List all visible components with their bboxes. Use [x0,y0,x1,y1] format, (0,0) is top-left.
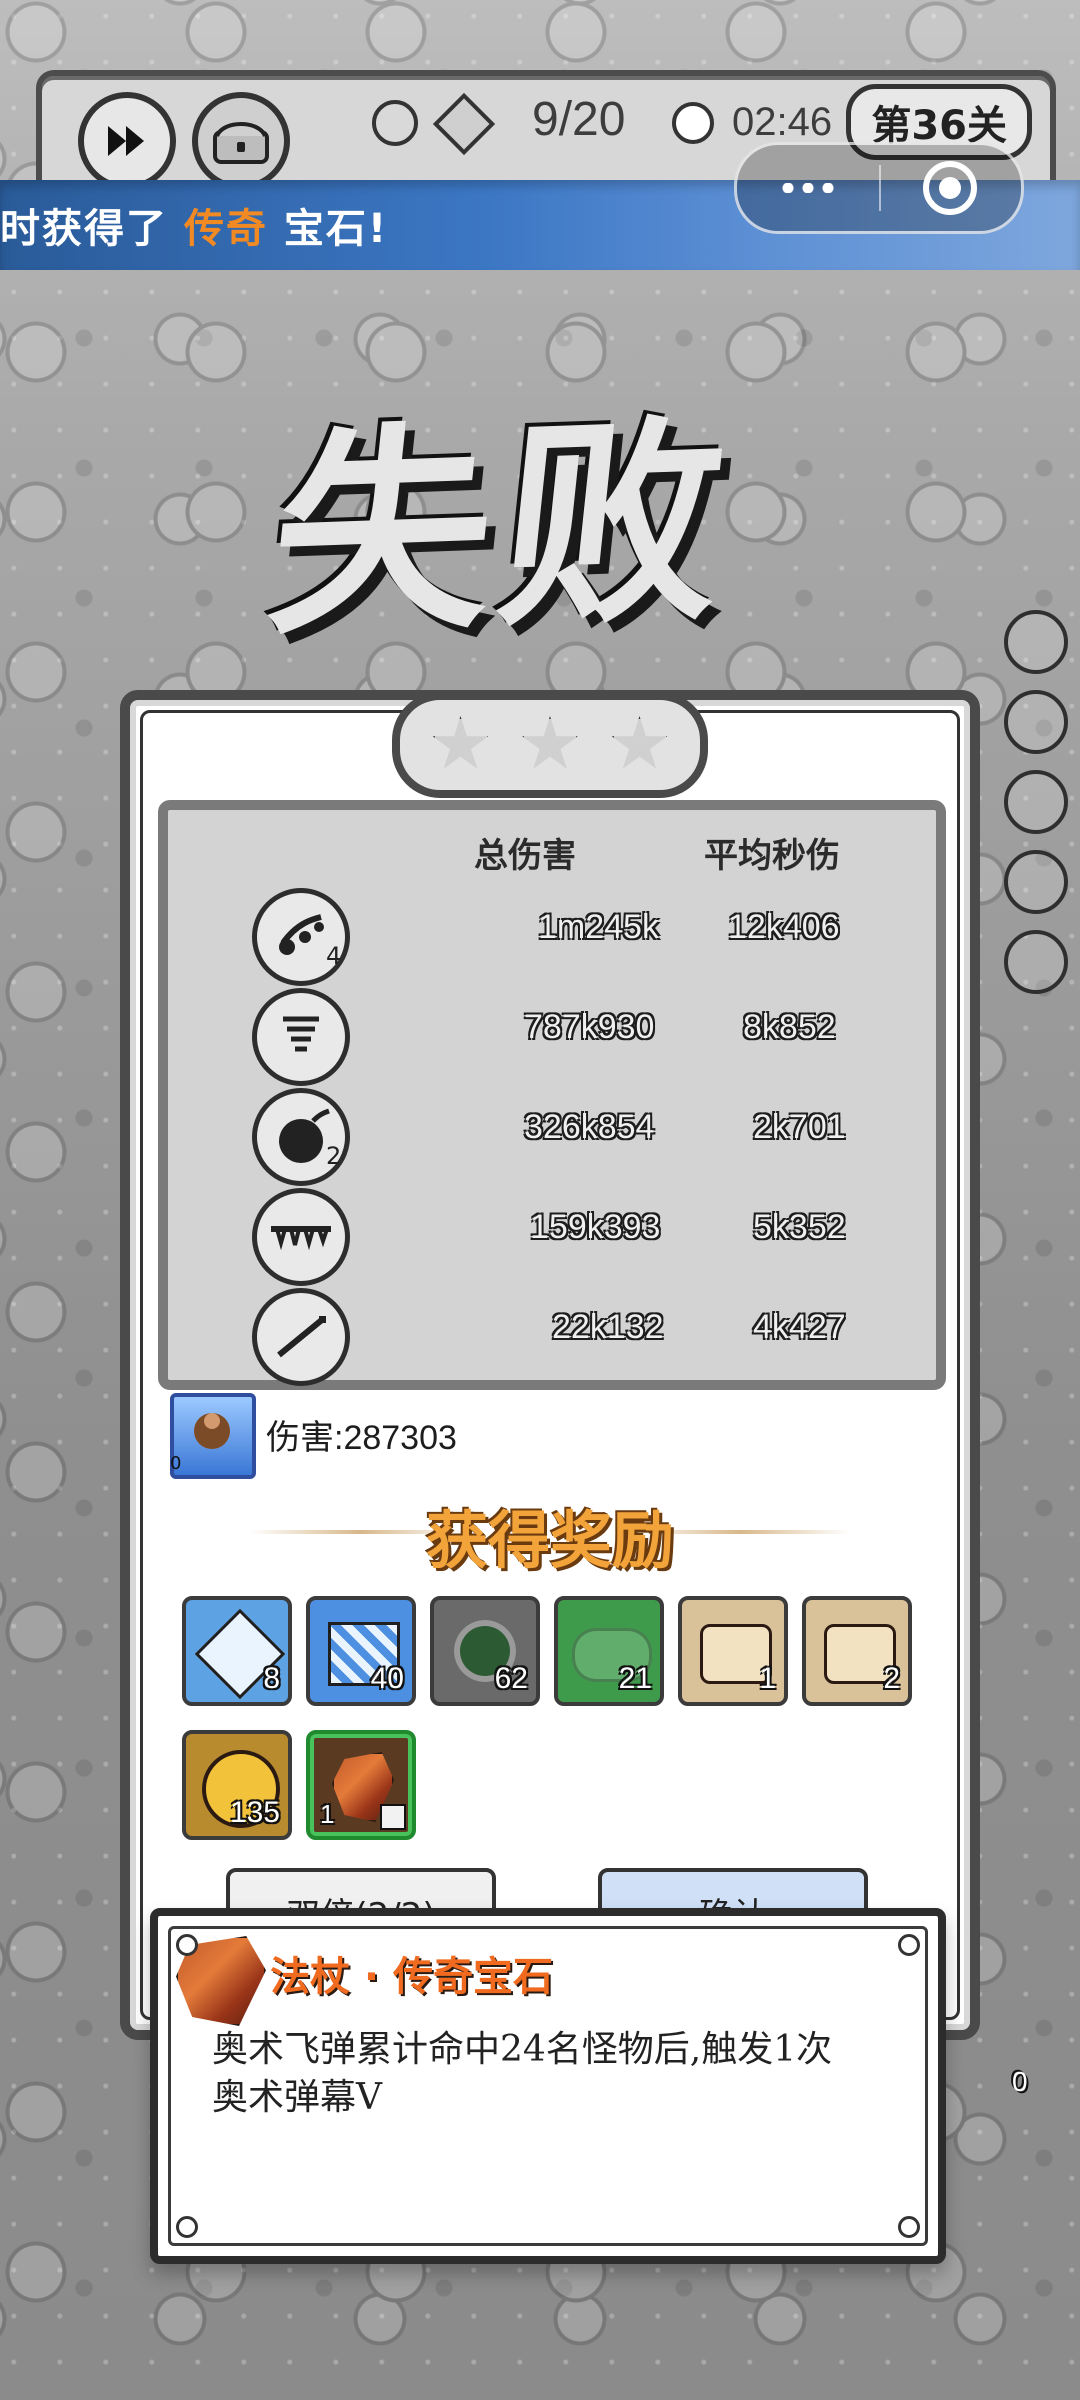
side-skill-badge [1004,610,1068,674]
reward-item[interactable]: 135 [182,1730,292,1840]
item-tooltip: 法杖 · 传奇宝石 奥术飞弹累计命中24名怪物后,触发1次 奥术弹幕V [150,1908,946,2264]
miniapp-capsule [734,142,1024,234]
table-row: 4 1m245k 12k406 [168,884,936,986]
close-miniapp-button[interactable] [879,145,1021,231]
damage-stats-table: 总伤害 平均秒伤 4 1m245k 12k406 787k930 8k852 2… [158,800,946,1390]
gem-icon [432,92,496,156]
star-icon [522,716,578,769]
side-skill-badge [1004,770,1068,834]
wave-progress: 9/20 [532,93,626,146]
fast-forward-button[interactable] [78,92,176,190]
notification-text: 时获得了 传奇 宝石! [0,196,388,254]
reward-count: 135 [229,1796,280,1829]
average-dps: 2k701 [753,1108,846,1146]
total-damage: 22k132 [552,1308,664,1346]
side-skill-badge [1004,930,1068,994]
reward-item[interactable]: 62 [430,1596,540,1706]
header-total-damage: 总伤害 [474,836,576,876]
reward-item[interactable]: 21 [554,1596,664,1706]
tooltip-corner [176,1934,198,1956]
tooltip-description: 奥术飞弹累计命中24名怪物后,触发1次 奥术弹幕V [212,2029,833,2118]
result-panel: 总伤害 平均秒伤 4 1m245k 12k406 787k930 8k852 2… [120,690,980,2040]
reward-title: 获得奖励 [425,1504,674,1577]
chest-button[interactable] [192,92,290,190]
result-stars [392,692,708,798]
timer: 02:46 [732,100,833,144]
ground-count: 0 [1012,2066,1028,2097]
total-damage: 326k854 [524,1108,655,1146]
header-average-dps: 平均秒伤 [704,836,840,876]
star-icon [432,716,489,769]
link-icon [380,1804,406,1830]
bomb-icon [252,1088,350,1186]
average-dps: 4k427 [753,1308,846,1346]
reward-count: 8 [263,1662,280,1695]
chest-icon [213,122,269,164]
target-icon [923,161,977,215]
notification-prefix: 时获得了 [0,206,168,252]
arrow-icon [252,1288,350,1386]
tooltip-corner [898,1934,920,1956]
seed-missile-icon [252,888,350,986]
coin-icon [372,100,418,146]
tooltip-corner [898,2216,920,2238]
reward-count: 62 [494,1662,528,1695]
clock-icon [672,102,714,144]
more-button[interactable] [737,145,879,231]
reward-item[interactable]: 1 [678,1596,788,1706]
average-dps: 5k352 [753,1208,846,1246]
target-icon-center [939,177,961,199]
average-dps: 8k852 [743,1008,836,1046]
tooltip-corner [176,2216,198,2238]
result-title: 失败 [259,393,745,665]
hero-avatar [170,1393,256,1479]
total-damage: 787k930 [524,1008,655,1046]
table-row: 787k930 8k852 [168,984,936,1086]
reward-item[interactable]: 8 [182,1596,292,1706]
reward-count: 40 [370,1662,404,1695]
average-dps: 12k406 [728,908,840,946]
total-damage: 159k393 [530,1208,661,1246]
tooltip-title: 法杖 · 传奇宝石 [270,1954,554,2000]
star-icon [611,716,668,769]
tornado-icon [252,988,350,1086]
reward-count: 1 [320,1799,335,1829]
reward-item[interactable]: 2 [802,1596,912,1706]
reward-item[interactable]: 1 [306,1730,416,1840]
reward-count: 1 [759,1662,776,1695]
fast-forward-icon [108,126,144,156]
reward-item[interactable]: 40 [306,1596,416,1706]
notification-highlight: 传奇 [183,206,268,252]
skill-count: 4 [326,942,342,970]
reward-count: 21 [618,1662,652,1695]
skill-count: 2 [326,1142,342,1170]
table-row: 22k132 4k427 [168,1284,936,1386]
ice-spike-icon [252,1188,350,1286]
hero-damage: 伤害:287303 [266,1419,457,1457]
notification-suffix: 宝石! [283,206,389,252]
hero-level: 0 [170,1453,182,1474]
more-icon [778,183,838,193]
reward-count: 2 [883,1662,900,1695]
table-row: 2 326k854 2k701 [168,1084,936,1186]
side-skill-badge [1004,690,1068,754]
side-skill-badge [1004,850,1068,914]
total-damage: 1m245k [538,908,659,946]
table-row: 159k393 5k352 [168,1184,936,1286]
